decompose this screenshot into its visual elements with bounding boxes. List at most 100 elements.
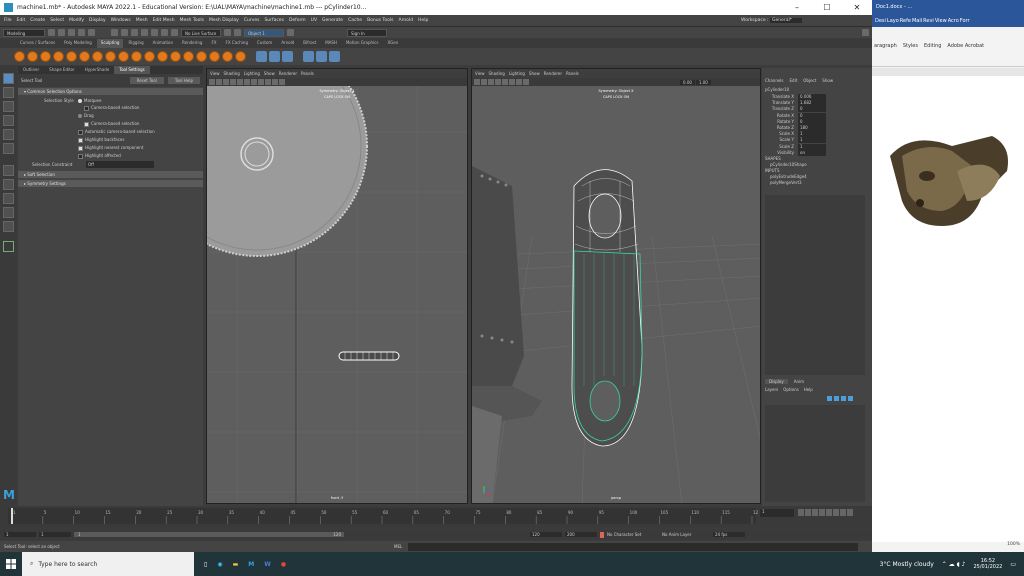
channel-attr-row[interactable]: Translate X 0.006 (762, 94, 872, 100)
inner-start-field[interactable]: 1 (39, 532, 71, 537)
menu-mesh-display[interactable]: Mesh Display (209, 18, 239, 23)
open-scene-icon[interactable] (58, 29, 65, 36)
channel-attr-row[interactable]: Rotate Y 0 (762, 118, 872, 125)
menu-mesh-tools[interactable]: Mesh Tools (180, 18, 204, 23)
word-tab-layout[interactable]: Layo (887, 18, 899, 24)
vp2-grid-icon[interactable] (488, 79, 494, 85)
highlight-backfaces-checkbox[interactable]: Highlight backfaces (18, 136, 203, 143)
step-back-key-icon[interactable] (805, 509, 811, 516)
foamy-brush-icon[interactable] (92, 51, 103, 62)
object-name[interactable]: pCylinder10 (765, 87, 789, 92)
single-view-icon[interactable] (3, 165, 14, 176)
vp1-menu-shading[interactable]: Shading (224, 71, 240, 76)
vp2-bookmark-icon[interactable] (481, 79, 487, 85)
inner-end-field[interactable]: 120 (530, 532, 562, 537)
channel-attr-value[interactable]: 1 (798, 131, 826, 138)
channel-attr-row[interactable]: Translate Z 0 (762, 106, 872, 113)
tab-hypershade[interactable]: HyperShade (80, 66, 115, 74)
snap-grid-icon[interactable] (141, 29, 148, 36)
paint-select-tool-icon[interactable] (3, 101, 14, 112)
vp2-menu-panels[interactable]: Panels (566, 71, 579, 76)
object-field[interactable]: Object 1 (244, 28, 284, 37)
sculpt-brush-icon[interactable] (14, 51, 25, 62)
blend-shape-icon[interactable] (316, 51, 327, 62)
wireframe-icon[interactable] (237, 79, 243, 85)
menu-uv[interactable]: UV (311, 18, 317, 23)
shelf-tab-mash[interactable]: MASH (321, 39, 341, 48)
vp2-shade-icon[interactable] (502, 79, 508, 85)
render-icon[interactable] (224, 29, 231, 36)
channel-attr-row[interactable]: Scale Z 1 (762, 143, 872, 150)
shelf-tab-curves[interactable]: Curves / Surfaces (16, 39, 59, 48)
vp1-menu-show[interactable]: Show (264, 71, 275, 76)
word-tab-design[interactable]: Desi (875, 18, 886, 24)
spray-brush-icon[interactable] (105, 51, 116, 62)
vp2-menu-show[interactable]: Show (529, 71, 540, 76)
unfreeze-icon[interactable] (269, 51, 280, 62)
file-explorer-icon[interactable]: ▬ (233, 561, 239, 568)
menu-file[interactable]: File (4, 18, 12, 23)
shape-node[interactable]: pCylinder10Shape (770, 162, 807, 167)
menu-select[interactable]: Select (50, 18, 64, 23)
shelf-tab-sculpting[interactable]: Sculpting (96, 39, 124, 48)
redo-icon[interactable] (88, 29, 95, 36)
layers-help-menu[interactable]: Help (804, 387, 813, 392)
select-object-icon[interactable] (121, 29, 128, 36)
play-forward-icon[interactable] (826, 509, 832, 516)
vp2-wireframe-icon[interactable] (495, 79, 501, 85)
vp2-camera-icon[interactable] (474, 79, 480, 85)
shelf-tab-xgen[interactable]: XGen (383, 39, 402, 48)
camera-based-checkbox[interactable]: Camera-based selection (18, 104, 203, 111)
vp1-menu-lighting[interactable]: Lighting (244, 71, 260, 76)
menu-edit[interactable]: Edit (17, 18, 26, 23)
ipr-render-icon[interactable] (234, 29, 241, 36)
menuset-dropdown[interactable]: Modeling (3, 28, 45, 37)
lasso-tool-icon[interactable] (3, 87, 14, 98)
anim-layer-dropdown[interactable]: No Anim Layer (662, 532, 710, 537)
lock-icon[interactable] (600, 531, 604, 538)
tab-tool-settings[interactable]: Tool Settings (114, 66, 150, 74)
input-line-icon[interactable] (287, 29, 294, 36)
grid-toggle-icon[interactable] (230, 79, 236, 85)
channel-attr-value[interactable]: 1 (798, 143, 826, 150)
xray-icon[interactable] (279, 79, 285, 85)
four-view-icon[interactable] (3, 179, 14, 190)
channel-attr-row[interactable]: Scale Y 1 (762, 137, 872, 144)
vp2-menu-renderer[interactable]: Renderer (544, 71, 562, 76)
vp2-lights-icon[interactable] (516, 79, 522, 85)
knife-brush-icon[interactable] (183, 51, 194, 62)
smooth-brush-icon[interactable] (27, 51, 38, 62)
workspace-selector[interactable]: Workspace : General* (741, 18, 802, 23)
image-plane-icon[interactable] (223, 79, 229, 85)
word-group-editing[interactable]: Editing (924, 43, 941, 66)
vp2-texture-icon[interactable] (509, 79, 515, 85)
rotate-tool-icon[interactable] (3, 129, 14, 140)
word-zoom[interactable]: 100% (872, 542, 1024, 552)
new-layer-icon[interactable] (841, 396, 846, 401)
clock[interactable]: 16:52 25/01/2022 (974, 558, 1003, 570)
word-group-paragraph[interactable]: aragraph (874, 43, 897, 66)
taskbar-search[interactable]: ⌕ Type here to search (22, 552, 194, 576)
shadows-icon[interactable] (265, 79, 271, 85)
shelf-tab-poly[interactable]: Poly Modeling (60, 39, 96, 48)
viewport-persp[interactable]: View Shading Lighting Show Renderer Pane… (471, 68, 761, 504)
minimize-button[interactable]: – (782, 3, 812, 12)
scrape-brush-icon[interactable] (157, 51, 168, 62)
gamma-field[interactable]: 0.00 (680, 79, 695, 85)
play-back-icon[interactable] (819, 509, 825, 516)
weather-widget[interactable]: 3°C Mostly cloudy (880, 561, 934, 568)
ao-icon[interactable] (272, 79, 278, 85)
flatten-brush-icon[interactable] (79, 51, 90, 62)
shelf-tab-fx[interactable]: FX (207, 39, 220, 48)
gear-wheel-object[interactable] (207, 86, 368, 257)
vp1-menu-panels[interactable]: Panels (301, 71, 314, 76)
tab-outliner[interactable]: Outliner (18, 66, 44, 74)
task-view-icon[interactable]: ▯ (204, 561, 207, 568)
reset-tool-button[interactable]: Reset Tool (129, 76, 164, 84)
new-scene-icon[interactable] (48, 29, 55, 36)
textured-icon[interactable] (251, 79, 257, 85)
outliner-layout-icon[interactable] (3, 207, 14, 218)
grab-brush-icon[interactable] (53, 51, 64, 62)
marquee-radio[interactable]: Marquee (78, 97, 101, 104)
channel-attr-value[interactable]: 180 (798, 125, 826, 131)
